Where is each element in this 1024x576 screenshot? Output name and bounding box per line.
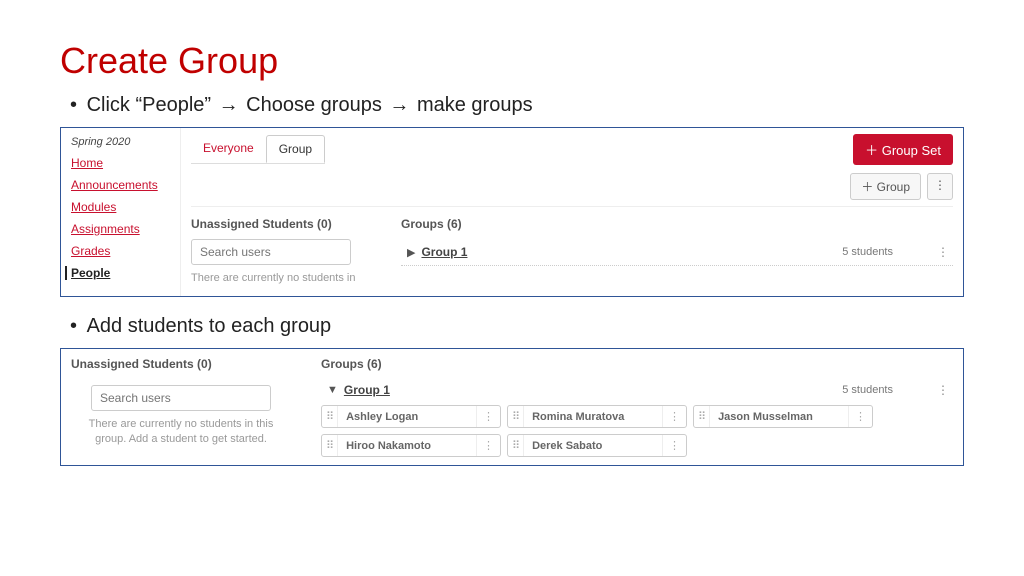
main-area: Everyone Group ＋ Group Set ＋ Group ⋮ Una… <box>181 128 963 296</box>
group-menu-icon[interactable]: ⋮ <box>933 383 953 397</box>
unassigned-column: Unassigned Students (0) There are curren… <box>71 357 291 457</box>
group-menu-icon[interactable]: ⋮ <box>933 245 953 259</box>
student-name: Romina Muratova <box>524 407 662 427</box>
arrow-icon: → <box>217 94 241 117</box>
screenshot-panel-2: Unassigned Students (0) There are curren… <box>60 348 964 466</box>
group-student-count: 5 students <box>842 384 893 396</box>
search-users-input[interactable] <box>91 385 271 411</box>
bullet-1-part1: Click “People” <box>87 94 217 116</box>
group-name[interactable]: Group 1 <box>344 383 390 397</box>
caret-down-icon[interactable]: ▼ <box>321 384 344 396</box>
screenshot-panel-1: Spring 2020 Home Announcements Modules A… <box>60 127 964 297</box>
drag-handle-icon[interactable]: ⠿ <box>694 406 710 427</box>
student-menu-icon[interactable]: ⋮ <box>476 406 500 427</box>
unassigned-header: Unassigned Students (0) <box>191 217 381 231</box>
drag-handle-icon[interactable]: ⠿ <box>322 435 338 456</box>
nav-home[interactable]: Home <box>71 156 170 170</box>
bullet-1-part3: make groups <box>417 94 533 116</box>
drag-handle-icon[interactable]: ⠿ <box>508 406 524 427</box>
unassigned-header: Unassigned Students (0) <box>71 357 291 371</box>
bullet-2: Add students to each group <box>70 315 964 338</box>
group-student-count: 5 students <box>842 246 893 258</box>
student-chip[interactable]: ⠿ Jason Musselman ⋮ <box>693 405 873 428</box>
student-chip[interactable]: ⠿ Ashley Logan ⋮ <box>321 405 501 428</box>
group-row[interactable]: ▶ Group 1 5 students ⋮ <box>401 239 953 266</box>
groups-column: Groups (6) ▼ Group 1 5 students ⋮ ⠿ Ashl… <box>321 357 953 457</box>
nav-people[interactable]: People <box>65 266 170 280</box>
student-chip[interactable]: ⠿ Romina Muratova ⋮ <box>507 405 687 428</box>
bullet-1: Click “People” → Choose groups → make gr… <box>70 94 964 117</box>
student-chip-grid: ⠿ Ashley Logan ⋮ ⠿ Romina Muratova ⋮ ⠿ J… <box>321 405 953 457</box>
nav-grades[interactable]: Grades <box>71 244 170 258</box>
student-name: Derek Sabato <box>524 436 662 456</box>
student-name: Ashley Logan <box>338 407 476 427</box>
caret-right-icon[interactable]: ▶ <box>401 246 421 259</box>
unassigned-empty-message: There are currently no students in this … <box>71 417 291 448</box>
student-menu-icon[interactable]: ⋮ <box>662 435 686 456</box>
student-name: Hiroo Nakamoto <box>338 436 476 456</box>
student-menu-icon[interactable]: ⋮ <box>662 406 686 427</box>
student-menu-icon[interactable]: ⋮ <box>848 406 872 427</box>
term-label: Spring 2020 <box>71 136 170 148</box>
slide-title: Create Group <box>60 40 964 82</box>
nav-assignments[interactable]: Assignments <box>71 222 170 236</box>
tab-group[interactable]: Group <box>266 135 325 163</box>
group-row-expanded[interactable]: ▼ Group 1 5 students ⋮ <box>321 379 953 405</box>
groups-header: Groups (6) <box>321 357 953 371</box>
groups-header: Groups (6) <box>401 217 953 231</box>
drag-handle-icon[interactable]: ⠿ <box>508 435 524 456</box>
arrow-icon: → <box>387 94 411 117</box>
student-menu-icon[interactable]: ⋮ <box>476 435 500 456</box>
student-name: Jason Musselman <box>710 407 848 427</box>
unassigned-column: Unassigned Students (0) There are curren… <box>191 217 381 286</box>
groups-column: Groups (6) ▶ Group 1 5 students ⋮ <box>401 217 953 286</box>
search-users-input[interactable] <box>191 239 351 265</box>
people-tabs: Everyone Group <box>191 135 325 164</box>
group-set-menu-icon[interactable]: ⋮ <box>927 173 953 200</box>
student-chip[interactable]: ⠿ Hiroo Nakamoto ⋮ <box>321 434 501 457</box>
bullet-1-part2: Choose groups <box>246 94 382 116</box>
drag-handle-icon[interactable]: ⠿ <box>322 406 338 427</box>
student-chip[interactable]: ⠿ Derek Sabato ⋮ <box>507 434 687 457</box>
tab-everyone[interactable]: Everyone <box>191 135 266 163</box>
nav-modules[interactable]: Modules <box>71 200 170 214</box>
add-group-button[interactable]: ＋ Group <box>850 173 921 200</box>
unassigned-empty-message: There are currently no students in <box>191 271 381 286</box>
course-sidebar: Spring 2020 Home Announcements Modules A… <box>61 128 181 296</box>
add-group-set-button[interactable]: ＋ Group Set <box>853 134 953 165</box>
nav-announcements[interactable]: Announcements <box>71 178 170 192</box>
group-name[interactable]: Group 1 <box>421 245 467 259</box>
